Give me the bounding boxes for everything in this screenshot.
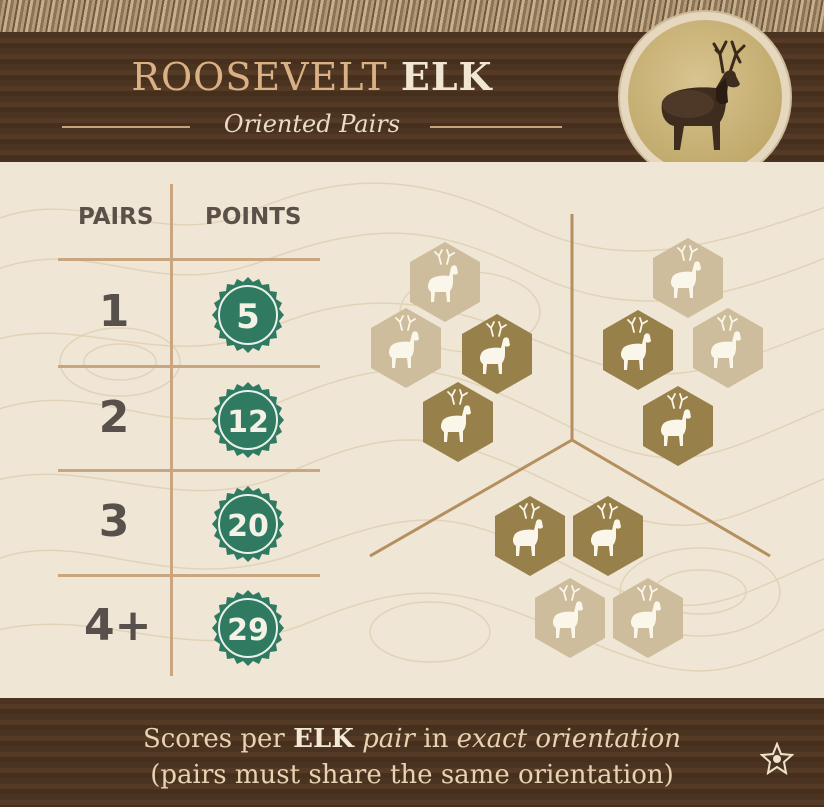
footer-text-in: in xyxy=(414,724,457,754)
subtitle-rule-right xyxy=(430,126,562,128)
pattern-a xyxy=(371,242,532,462)
footer-text-elk: ELK xyxy=(293,724,354,754)
pattern-b xyxy=(603,238,763,466)
footer-text-a: Scores per xyxy=(142,724,294,754)
orientation-patterns xyxy=(369,214,771,658)
footer-text-orientation: exact orientation xyxy=(456,724,682,754)
footer-rule-line-2: (pairs must share the same orientation) xyxy=(150,760,674,790)
footer-rule-line-1: Scores per ELK pair in exact orientation xyxy=(0,724,824,754)
elk-scoring-card: ROOSEVELT ELK Oriented Pairs PAIRS POINT… xyxy=(0,0,824,807)
title-regular: ROOSEVELT xyxy=(131,55,401,99)
scoring-board: PAIRS POINTS 1 2 3 4+ 5 12 20 29 xyxy=(0,162,824,698)
pattern-c xyxy=(495,496,683,658)
elk-portrait-icon xyxy=(628,20,782,174)
card-subtitle: Oriented Pairs xyxy=(223,110,401,138)
star-icon xyxy=(759,741,795,776)
title-bold: ELK xyxy=(400,54,493,99)
elk-portrait-medallion xyxy=(620,12,790,182)
subtitle-row: Oriented Pairs xyxy=(62,110,562,144)
footer-text-pair: pair xyxy=(353,724,415,754)
card-title: ROOSEVELT ELK xyxy=(62,54,562,99)
